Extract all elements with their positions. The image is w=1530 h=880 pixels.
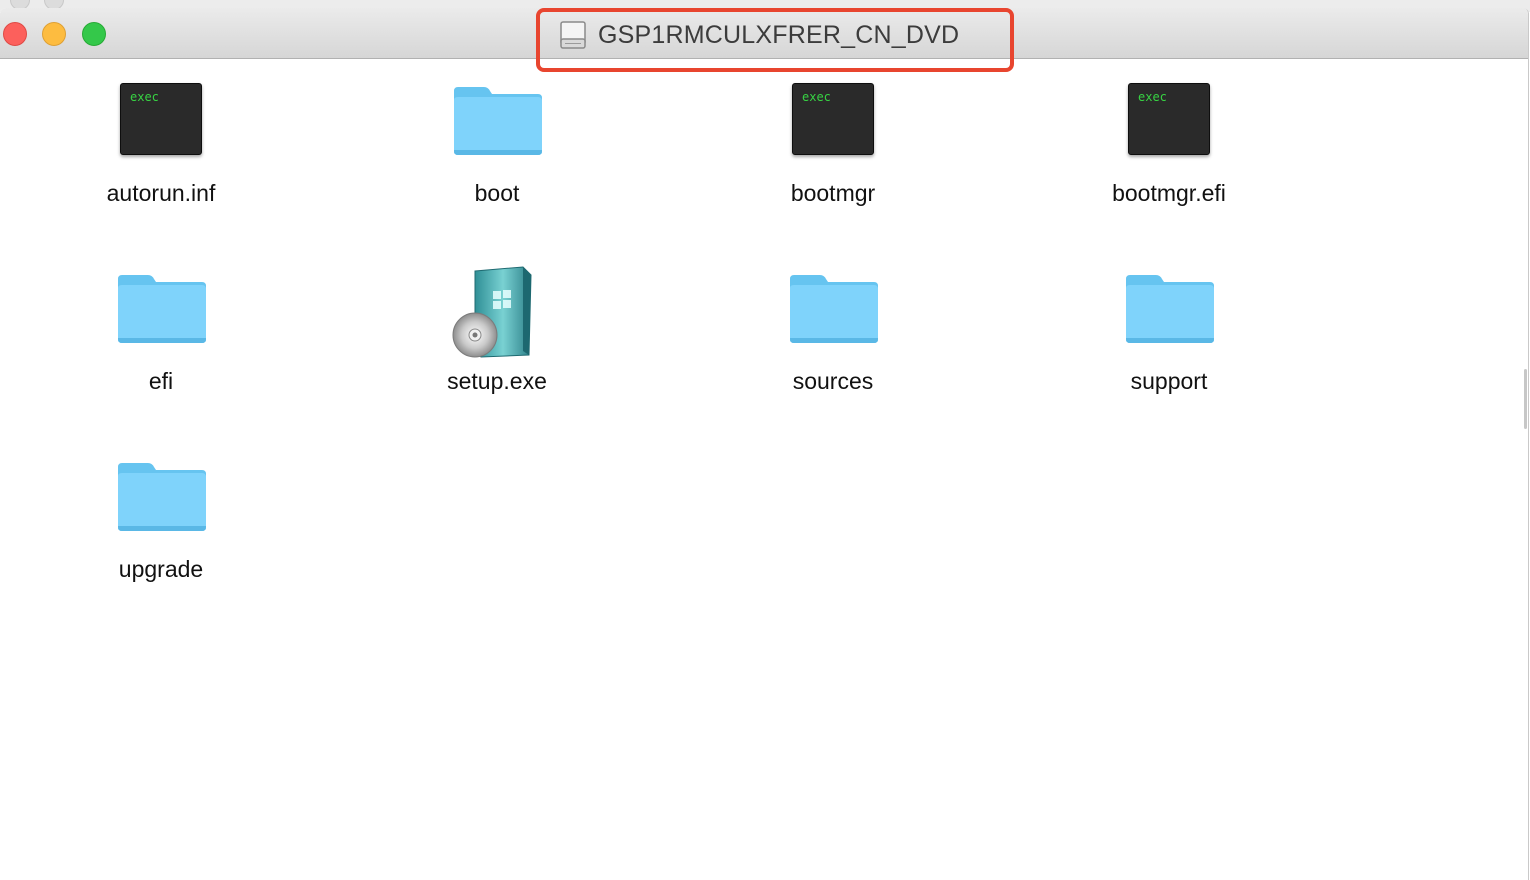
file-name: support — [1130, 368, 1208, 394]
file-item[interactable]: exec bootmgr.efi — [1059, 59, 1279, 229]
folder-item[interactable]: boot — [387, 59, 607, 229]
exec-icon: exec — [783, 77, 883, 167]
folder-item[interactable]: efi — [51, 247, 271, 417]
file-name: setup.exe — [447, 368, 547, 394]
folder-icon — [1119, 265, 1219, 355]
vertical-scrollbar[interactable] — [1524, 59, 1528, 880]
folder-item[interactable]: sources — [723, 247, 943, 417]
exec-icon: exec — [1119, 77, 1219, 167]
folder-item[interactable]: support — [1059, 247, 1279, 417]
folder-icon — [111, 453, 211, 543]
file-item[interactable]: exec bootmgr — [723, 59, 943, 229]
zoom-button[interactable] — [82, 22, 106, 46]
folder-icon — [447, 77, 547, 167]
file-item[interactable]: exec autorun.inf — [51, 59, 271, 229]
finder-window: GSP1RMCULXFRER_CN_DVD exec autorun.inf b… — [0, 8, 1529, 880]
exec-icon: exec — [111, 77, 211, 167]
file-item[interactable]: setup.exe — [387, 247, 607, 417]
file-name: autorun.inf — [106, 180, 216, 206]
file-name: sources — [792, 368, 874, 394]
file-name: boot — [474, 180, 520, 206]
file-name: upgrade — [118, 556, 204, 582]
file-name: bootmgr — [790, 180, 876, 206]
folder-icon — [783, 265, 883, 355]
file-name: efi — [148, 368, 174, 394]
close-button[interactable] — [3, 22, 27, 46]
setup-installer-icon — [447, 265, 547, 358]
minimize-button[interactable] — [42, 22, 66, 46]
scrollbar-thumb[interactable] — [1524, 369, 1527, 429]
folder-item[interactable]: upgrade — [51, 435, 271, 605]
folder-icon — [111, 265, 211, 355]
file-name: bootmgr.efi — [1112, 180, 1226, 206]
